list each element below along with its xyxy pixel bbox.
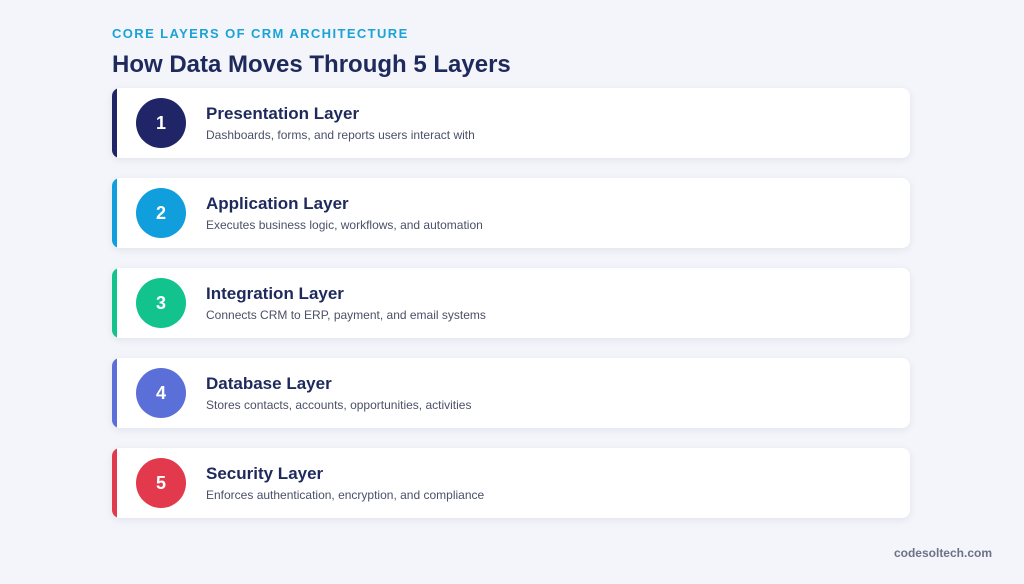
layer-number-badge: 2 bbox=[136, 188, 186, 238]
layer-title: Application Layer bbox=[206, 194, 349, 213]
layer-title: Presentation Layer bbox=[206, 104, 360, 123]
page-title: How Data Moves Through 5 Layers bbox=[112, 51, 511, 78]
section-eyebrow: CORE LAYERS OF CRM ARCHITECTURE bbox=[112, 26, 409, 41]
layer-number-badge: 3 bbox=[136, 278, 186, 328]
layer-description: Executes business logic, workflows, and … bbox=[206, 218, 483, 232]
layer-title: Integration Layer bbox=[206, 284, 344, 303]
layer-accent-bar bbox=[112, 88, 117, 158]
layer-accent-bar bbox=[112, 268, 117, 338]
layer-accent-bar bbox=[112, 178, 117, 248]
brand-watermark: codesoltech.com bbox=[893, 546, 992, 560]
layer-title: Database Layer bbox=[206, 374, 332, 393]
header: CORE LAYERS OF CRM ARCHITECTURE How Data… bbox=[112, 26, 511, 80]
layer-number-badge: 1 bbox=[136, 98, 186, 148]
layer-card-security: 5 Security Layer Enforces authentication… bbox=[112, 448, 910, 518]
layer-title: Security Layer bbox=[206, 464, 324, 483]
layer-number-badge: 4 bbox=[136, 368, 186, 418]
layer-card-presentation: 1 Presentation Layer Dashboards, forms, … bbox=[112, 88, 910, 158]
layer-description: Dashboards, forms, and reports users int… bbox=[206, 128, 475, 142]
layer-accent-bar bbox=[112, 358, 117, 428]
layer-description: Enforces authentication, encryption, and… bbox=[206, 488, 485, 502]
layer-description: Stores contacts, accounts, opportunities… bbox=[206, 398, 472, 412]
layer-card-integration: 3 Integration Layer Connects CRM to ERP,… bbox=[112, 268, 910, 338]
layer-description: Connects CRM to ERP, payment, and email … bbox=[206, 308, 486, 322]
layer-accent-bar bbox=[112, 448, 117, 518]
layer-card-application: 2 Application Layer Executes business lo… bbox=[112, 178, 910, 248]
layer-number-badge: 5 bbox=[136, 458, 186, 508]
layer-card-database: 4 Database Layer Stores contacts, accoun… bbox=[112, 358, 910, 428]
layer-list: 1 Presentation Layer Dashboards, forms, … bbox=[112, 88, 910, 538]
